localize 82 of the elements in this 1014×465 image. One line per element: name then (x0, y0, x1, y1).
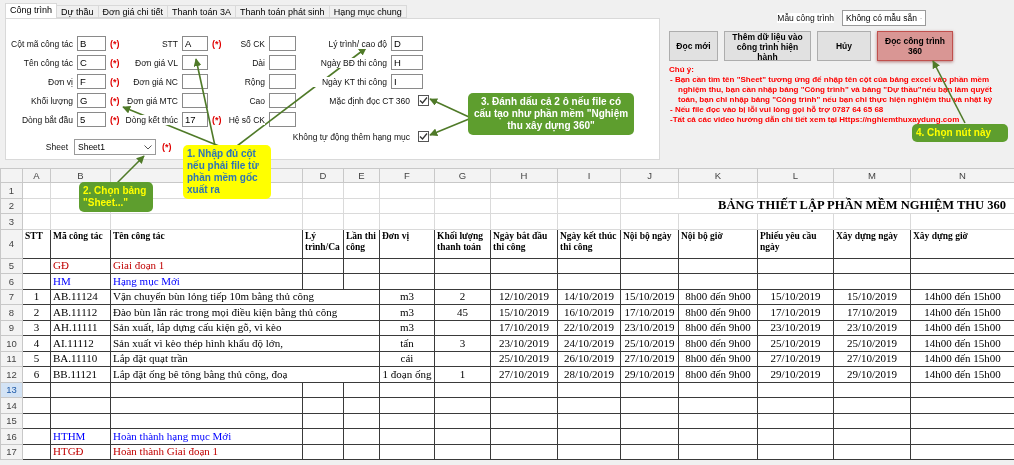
column-letter[interactable]: J (620, 168, 679, 183)
callout-note: 2. Chọn bảng "Sheet..." (79, 182, 153, 212)
row-number[interactable]: 4 (0, 229, 23, 258)
tab[interactable]: Đơn giá chi tiết (97, 5, 168, 18)
tab[interactable]: Dự thầu (56, 5, 99, 18)
input-field[interactable]: A (182, 36, 208, 51)
input-field[interactable]: G (77, 93, 106, 108)
required-marker: (*) (110, 76, 120, 87)
input-field[interactable] (269, 112, 296, 127)
column-header: Tên công tác (110, 229, 303, 258)
note-title: Chú ý: (669, 65, 695, 75)
input-field[interactable] (182, 55, 208, 70)
input-field[interactable]: C (77, 55, 106, 70)
column-header: Xây dựng giờ (910, 229, 1014, 258)
sheet-title: BẢNG THIẾT LẬP PHẦN MỀM NGHIỆM THU 360 (718, 198, 1006, 213)
required-marker: (*) (212, 38, 222, 49)
pointer-arrow (116, 155, 145, 184)
action-button[interactable]: Đọc mới (669, 31, 718, 61)
column-header: Ngày kết thúc thi công (557, 229, 621, 258)
tab[interactable]: Thanh toán phát sinh (235, 5, 330, 18)
note-text: - Nếu file đọc vào bị lỗi vui lòng gọi hỗ trợ 0787 64 65 68 (669, 105, 885, 115)
input-field[interactable]: D (391, 36, 423, 51)
action-button[interactable]: Thêm dữ liệu vào công trình hiện hành (724, 31, 811, 61)
tab[interactable]: Hạng mục chung (328, 5, 407, 18)
callout-note: 3. Đánh dấu cả 2 ô nếu file có cấu tạo như phần mềm "Nghiệm thu xây dựng 360" (468, 93, 634, 135)
column-header: Nội bộ giờ (678, 229, 758, 258)
column-letter[interactable]: F (379, 168, 435, 183)
note-text: -Tất cả các video hướng dẫn chi tiết xem tại Https://nghiemthuxaydung.com (669, 115, 961, 125)
column-letter[interactable]: L (757, 168, 834, 183)
checkbox[interactable] (418, 131, 429, 142)
required-marker: (*) (110, 114, 120, 125)
pointer-arrow (429, 98, 470, 118)
field-label: Dòng kết thúc (123, 114, 178, 125)
column-header: Nội bộ ngày (620, 229, 679, 258)
column-letter[interactable]: M (833, 168, 911, 183)
input-field[interactable]: B (77, 36, 106, 51)
column-letter[interactable]: G (434, 168, 491, 183)
pointer-arrow (429, 118, 470, 136)
field-label: Cột mã công tác (11, 38, 73, 49)
input-field[interactable]: 17 (182, 112, 208, 127)
tab[interactable]: Công trình (5, 3, 58, 18)
callout-note: 1. Nhập đủ cột nếu phải file từ phần mềm gốc xuất ra (183, 145, 271, 199)
input-field[interactable] (269, 93, 296, 108)
column-header: Ngày bắt đầu thi công (490, 229, 558, 258)
column-letter[interactable]: D (302, 168, 344, 183)
column-header: Phiếu yêu cầu ngày (757, 229, 834, 258)
column-letter[interactable]: A (22, 168, 51, 183)
column-header: Mã công tác (50, 229, 111, 258)
checkbox-label: Không tự động thêm hạng mục (292, 131, 410, 142)
chevron-down-icon (144, 144, 152, 150)
action-button[interactable]: Hủy (817, 31, 871, 61)
sheet-dropdown[interactable]: Sheet1 (74, 139, 156, 155)
input-field[interactable]: I (391, 74, 423, 89)
column-letter[interactable]: I (557, 168, 621, 183)
field-label: Mẫu công trình (777, 13, 834, 23)
column-letter[interactable]: K (678, 168, 758, 183)
column-letter[interactable]: B (50, 168, 111, 183)
input-field[interactable]: 5 (77, 112, 106, 127)
input-field[interactable] (182, 74, 208, 89)
column-header: Khối lượng thanh toán (434, 229, 491, 258)
tab[interactable]: Thanh toán 3A (167, 5, 237, 18)
required-marker: (*) (212, 114, 222, 125)
input-field[interactable] (269, 55, 296, 70)
required-marker: (*) (110, 57, 120, 68)
field-label: Hệ số CK (227, 114, 265, 125)
column-letter[interactable]: N (910, 168, 1014, 183)
template-dropdown[interactable]: Không có mẫu sẵn (842, 10, 926, 26)
input-field[interactable] (269, 36, 296, 51)
input-field[interactable]: H (391, 55, 423, 70)
input-field[interactable]: F (77, 74, 106, 89)
callout-note: 4. Chọn nút này (912, 124, 1008, 142)
required-marker: (*) (162, 142, 172, 152)
checkbox-label: Mặc định đọc CT 360 (329, 95, 410, 106)
action-button[interactable]: Đọc công trình 360 (877, 31, 953, 61)
input-field[interactable] (182, 93, 208, 108)
column-letter[interactable]: H (490, 168, 558, 183)
column-header: Xây dựng ngày (833, 229, 911, 258)
required-marker: (*) (110, 38, 120, 49)
column-letter[interactable]: E (343, 168, 380, 183)
input-field[interactable] (269, 74, 296, 89)
checkbox[interactable] (418, 95, 429, 106)
required-marker: (*) (110, 95, 120, 106)
